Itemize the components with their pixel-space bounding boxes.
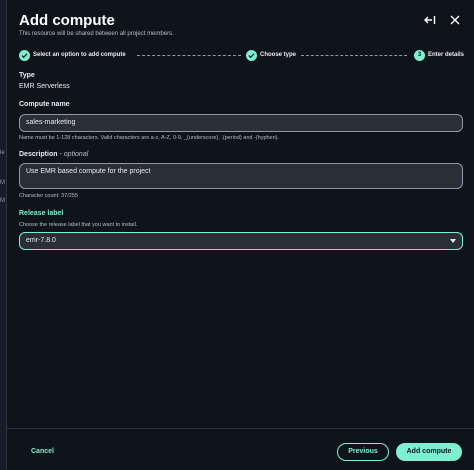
description-optional-text: - optional (59, 151, 89, 158)
compute-name-label: Compute name (19, 101, 70, 108)
background-text-fragment: M (0, 198, 5, 204)
type-label: Type (19, 72, 35, 79)
close-icon[interactable] (449, 14, 461, 26)
step-divider (301, 55, 407, 56)
step-2-label: Choose type (260, 52, 297, 58)
step-divider (137, 55, 241, 56)
check-icon (246, 50, 257, 61)
release-label-hint: Choose the release label that you want t… (19, 222, 138, 228)
add-compute-panel: Add compute This resource will be shared… (6, 0, 474, 470)
progress-steps: Select an option to add compute Choose t… (19, 50, 469, 64)
chevron-down-icon (450, 239, 456, 243)
background-text-fragment: le (0, 150, 5, 156)
panel-subtitle: This resource will be shared between all… (19, 31, 174, 37)
step-3-number: 3 (414, 50, 425, 61)
description-textarea[interactable]: Use EMR based compute for the project (19, 163, 463, 189)
previous-button[interactable]: Previous (337, 443, 389, 461)
collapse-left-icon[interactable] (424, 14, 436, 26)
add-compute-button[interactable]: Add compute (396, 443, 462, 461)
step-3-label: Enter details (428, 52, 465, 58)
release-label-label: Release label (19, 210, 64, 217)
description-char-count: Character count: 37/255 (19, 193, 79, 199)
footer-divider (7, 428, 474, 429)
panel-title: Add compute (19, 12, 115, 29)
check-icon (19, 50, 30, 61)
compute-name-input[interactable]: sales-marketing (19, 114, 463, 132)
background-text-fragment: M (0, 180, 5, 186)
compute-name-hint: Name must be 1-128 characters. Valid cha… (19, 135, 280, 141)
release-label-select[interactable]: emr-7.8.0 (19, 232, 463, 250)
cancel-button[interactable]: Cancel (31, 448, 54, 455)
description-label-text: Description (19, 151, 58, 158)
description-label: Description - optional (19, 151, 88, 158)
type-value: EMR Serverless (19, 83, 70, 90)
step-1-label: Select an option to add compute (33, 52, 126, 58)
release-label-selected-value: emr-7.8.0 (26, 237, 56, 244)
